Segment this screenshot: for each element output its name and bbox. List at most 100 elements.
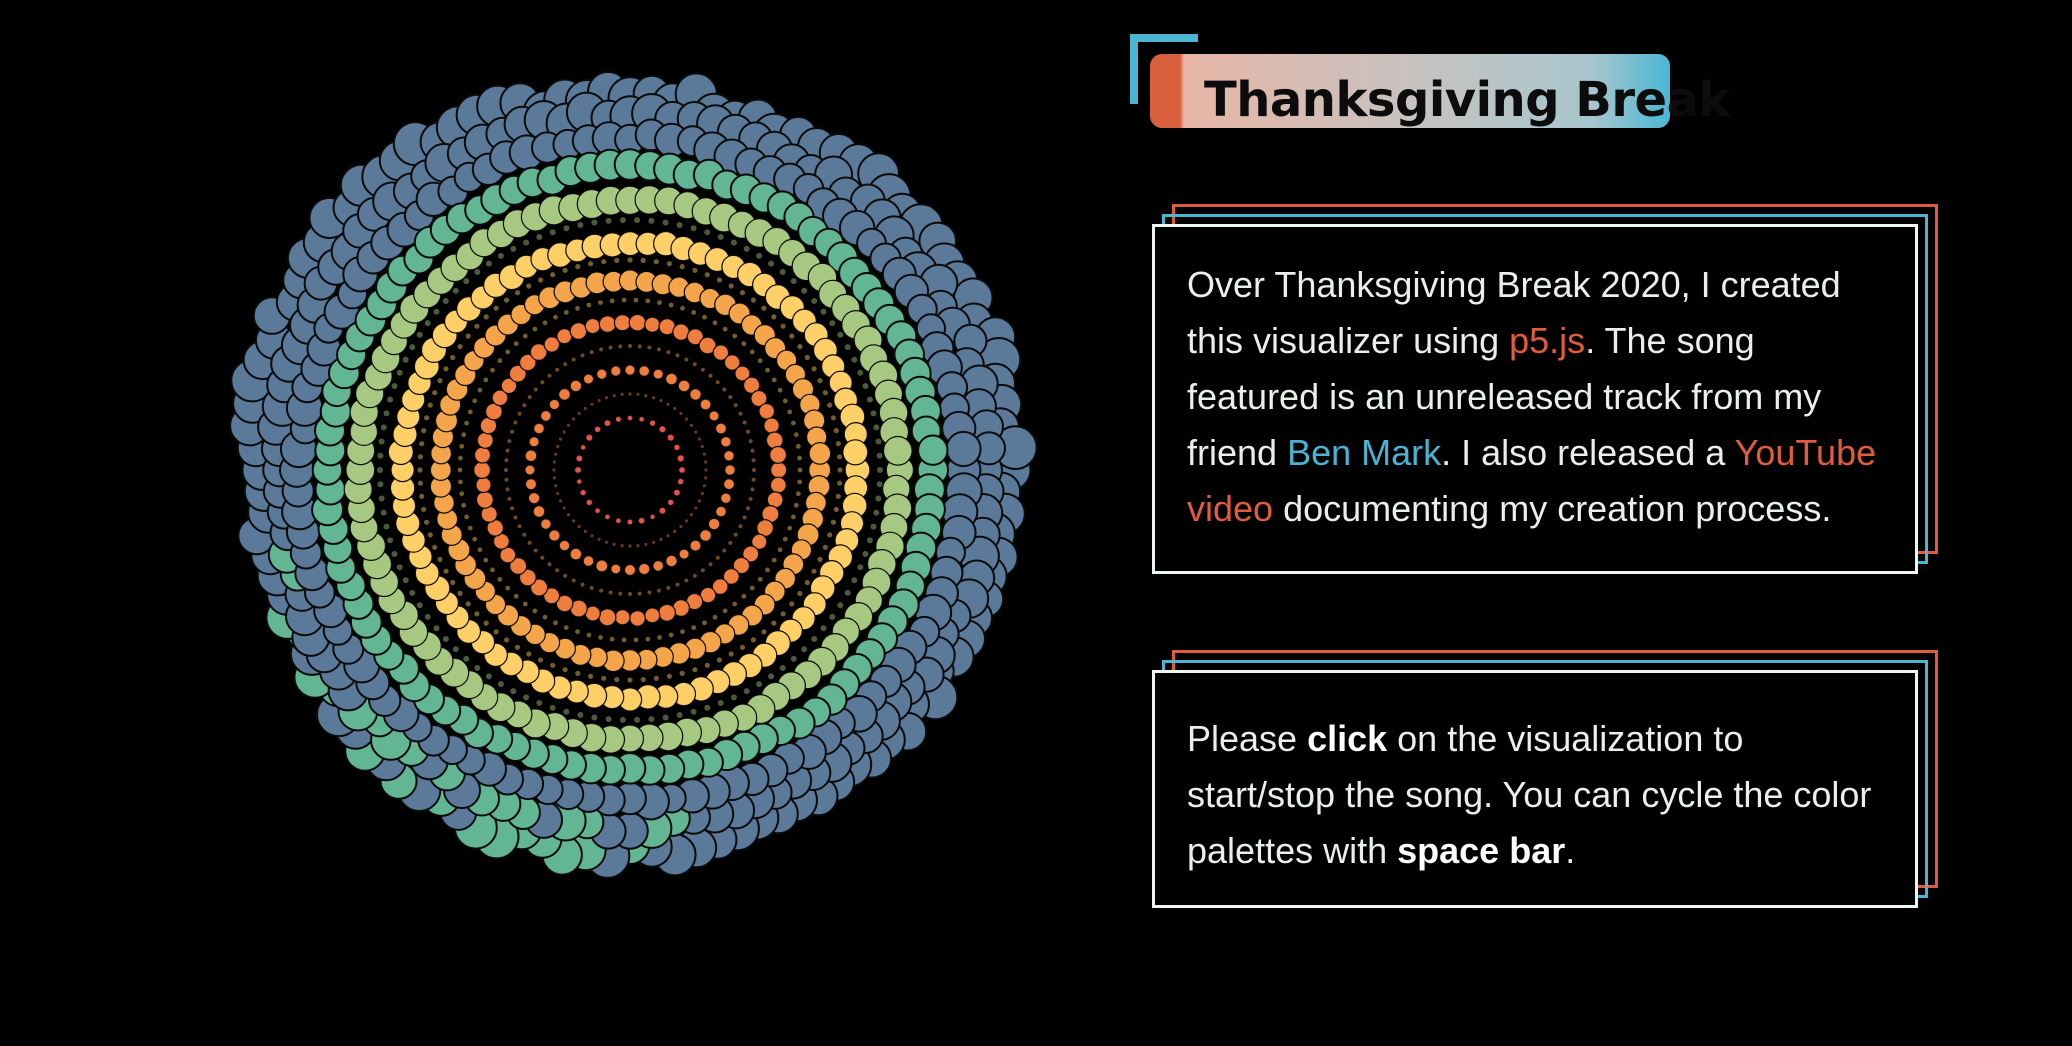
visualizer-filler-dot [563,573,568,578]
visualizer-filler-dot [761,305,767,311]
visualizer-filler-dot [490,367,495,373]
visualizer-filler-dot [782,536,788,542]
visualizer-dot [579,444,587,451]
visualizer-filler-dot [666,534,670,538]
visualizer-filler-dot [722,387,727,392]
visualizer-dot [664,372,678,386]
visualizer-filler-dot [745,506,750,511]
visualizer-filler-dot [527,540,532,545]
visualizer-filler-dot [797,455,802,461]
visualizer-filler-dot [829,320,836,327]
ben-mark-link[interactable]: Ben Mark [1287,432,1441,473]
visualizer-filler-dot [552,468,556,472]
visualizer-filler-dot [742,515,747,520]
visualizer-filler-dot [598,635,603,640]
visualizer-filler-dot [829,613,836,620]
visualizer-dot [699,398,712,411]
visualizer-filler-dot [452,287,459,294]
visualizer-filler-dot [490,567,495,573]
visualizer-filler-dot [598,300,603,305]
visualizer-dot [610,365,622,377]
visualizer-filler-dot [563,362,568,367]
visualizer-filler-dot [417,480,423,486]
visualizer-filler-dot [605,217,612,224]
visualizer-dot [719,435,732,448]
visualizer-filler-dot [659,399,663,403]
visualizer-filler-dot [743,688,750,695]
intro-card-body: Over Thanksgiving Break 2020, I created … [1152,224,1918,574]
visualizer-filler-dot [612,394,616,398]
visualizer-dot [714,505,727,518]
visualizer-filler-dot [797,479,802,485]
visualizer-filler-dot [522,403,527,408]
visualizer-filler-dot [526,651,532,657]
visualizer-filler-dot [571,578,576,583]
visualizer-dot [676,454,686,463]
visualizer-filler-dot [523,239,530,246]
visualizer-dot [582,373,595,385]
visualizer-dot [673,443,681,452]
visualizer-filler-dot [684,417,689,421]
visualizer-filler-dot [562,267,568,273]
visualizer-filler-dot [745,429,750,434]
visualizer-filler-dot [700,444,704,449]
visualizer-filler-dot [619,217,626,224]
visualizer-filler-dot [797,590,803,596]
visualizer-filler-dot [651,396,656,400]
visualizer-filler-dot [679,411,683,416]
visualizer-filler-dot [787,525,793,531]
visualizer-filler-dot [679,264,685,270]
visualizer-filler-dot [465,333,471,339]
visualizer-dot [610,563,622,575]
visualizer-filler-dot [575,305,580,311]
visualizer-filler-dot [459,443,465,449]
visualizer-dot [476,431,494,449]
visualizer-filler-dot [621,297,627,303]
visualizer-filler-dot [621,637,627,643]
visualizer-filler-dot [837,331,844,338]
p5js-link[interactable]: p5.js [1509,320,1585,361]
visualizer-filler-dot [417,454,423,460]
visualizer-filler-dot [396,564,403,571]
visualizer-filler-dot [662,714,669,721]
visualizer-filler-dot [866,537,873,544]
visualizer-dot [594,507,602,515]
visualizer-filler-dot [751,477,756,482]
visualizer-filler-dot [866,396,873,403]
visualizer-filler-dot [780,611,786,617]
visualizer-filler-dot [485,260,492,267]
visualizer-filler-dot [538,277,544,283]
visualizer-dot [579,488,587,497]
visualizer-dot [614,415,623,424]
visualizer-filler-dot [513,593,519,599]
visualizer-filler-dot [504,468,508,472]
visualizer-filler-dot [795,443,801,449]
visualizer-filler-dot [738,411,743,416]
visualizer-filler-dot [457,467,463,473]
visualizer-dot [689,387,702,401]
visualizer-filler-dot [571,357,576,362]
visualizer-filler-dot [750,637,756,643]
visualizer-filler-dot [542,320,548,326]
visualizer-filler-dot [761,629,767,635]
visualizer-filler-dot [757,358,763,364]
visualizer-filler-dot [553,620,558,626]
visualizer-dot [569,379,583,393]
visualizer-filler-dot [538,657,544,663]
visualizer-filler-dot [387,537,394,544]
visualizer-filler-dot [647,590,652,595]
visualizer-filler-dot [589,350,594,355]
visualizer-filler-dot [604,540,609,544]
visualizer-filler-dot [513,420,518,425]
visualizer-filler-dot [777,387,783,393]
visualizer-filler-dot [571,417,576,421]
audio-visualizer[interactable] [200,40,1060,900]
visualizer-filler-dot [590,534,594,538]
visualizer-filler-dot [463,278,470,285]
visualizer-filler-dot [433,308,440,315]
visualizer-filler-dot [377,452,384,459]
visualizer-filler-dot [793,502,799,508]
visualizer-filler-dot [876,481,883,488]
visualizer-filler-dot [550,272,556,278]
visualizer-dot [524,449,538,463]
